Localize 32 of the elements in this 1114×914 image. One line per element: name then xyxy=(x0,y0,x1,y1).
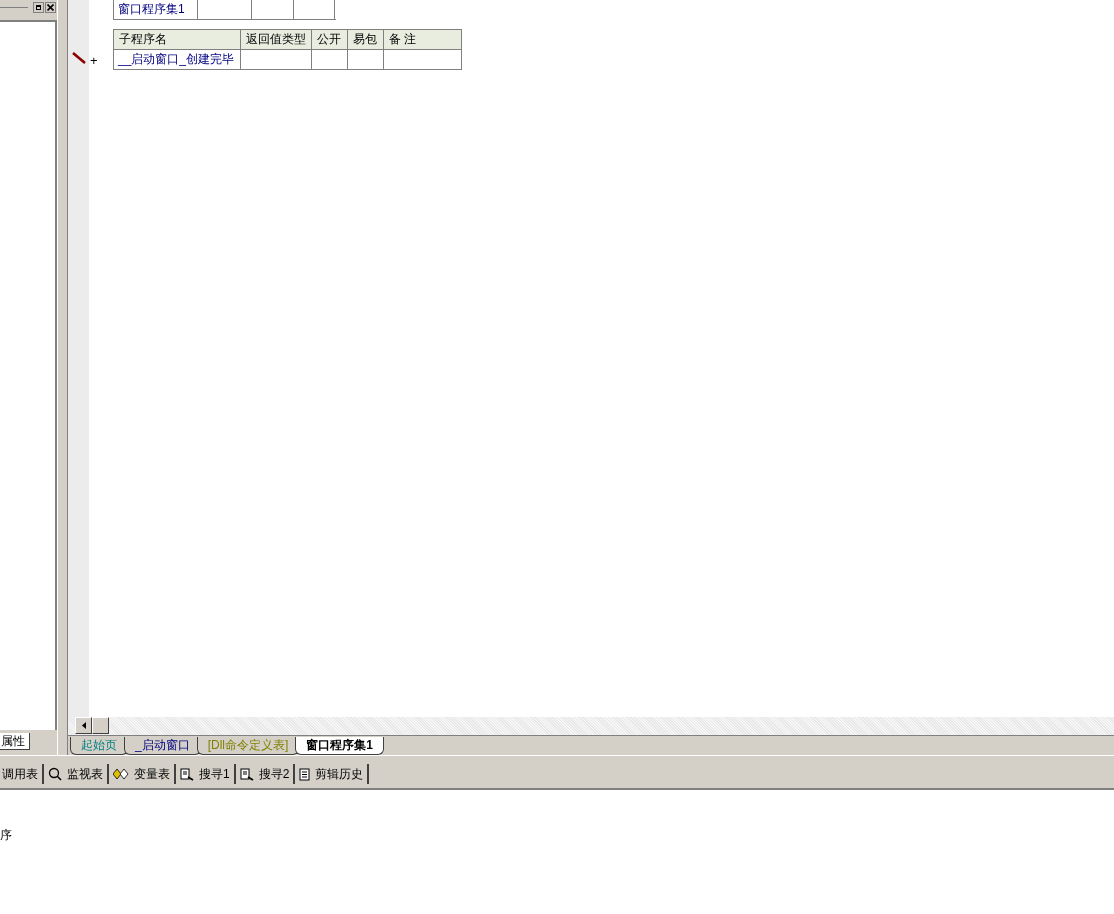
panel-tab[interactable]: 属性 xyxy=(0,733,30,750)
subroutine-name-cell: __启动窗口_创建完毕 xyxy=(114,50,241,69)
toolbar-tab[interactable]: 搜寻2 xyxy=(235,764,296,784)
toolbar-tab[interactable]: 调用表 xyxy=(0,764,44,784)
restore-button[interactable] xyxy=(33,1,44,13)
assembly-name-cell: 窗口程序集1 xyxy=(114,0,198,19)
pencil-icon xyxy=(72,52,86,64)
toolbar-tab[interactable]: 监视表 xyxy=(44,764,109,784)
column-header: 公开 xyxy=(312,30,348,49)
toolbar-tab[interactable]: 变量表 xyxy=(109,764,176,784)
left-arrow-icon xyxy=(81,722,86,729)
toolbar-tab[interactable]: 剪辑历史 xyxy=(295,764,370,784)
scroll-left-button[interactable] xyxy=(75,717,92,734)
editor-tab[interactable]: _启动窗口 xyxy=(124,737,201,755)
diamonds-icon xyxy=(113,768,129,780)
output-text: 序 xyxy=(0,827,12,844)
column-header: 备 注 xyxy=(384,30,462,49)
editor-tab[interactable]: 窗口程序集1 xyxy=(295,737,385,755)
column-header: 易包 xyxy=(348,30,384,49)
close-icon xyxy=(47,3,54,11)
splitter-bar[interactable] xyxy=(57,0,68,755)
search-icon xyxy=(48,767,62,781)
close-button[interactable] xyxy=(45,1,56,13)
scroll-thumb[interactable] xyxy=(92,717,109,734)
toolbar-tab[interactable]: 搜寻1 xyxy=(176,764,236,784)
add-row-marker[interactable]: + xyxy=(90,51,98,71)
column-header: 子程序名 xyxy=(114,30,241,49)
horizontal-scrollbar[interactable] xyxy=(68,717,1114,735)
document-search-icon xyxy=(239,767,254,781)
column-header: 返回值类型 xyxy=(241,30,312,49)
document-search-icon xyxy=(180,767,194,781)
document-icon xyxy=(299,767,311,781)
